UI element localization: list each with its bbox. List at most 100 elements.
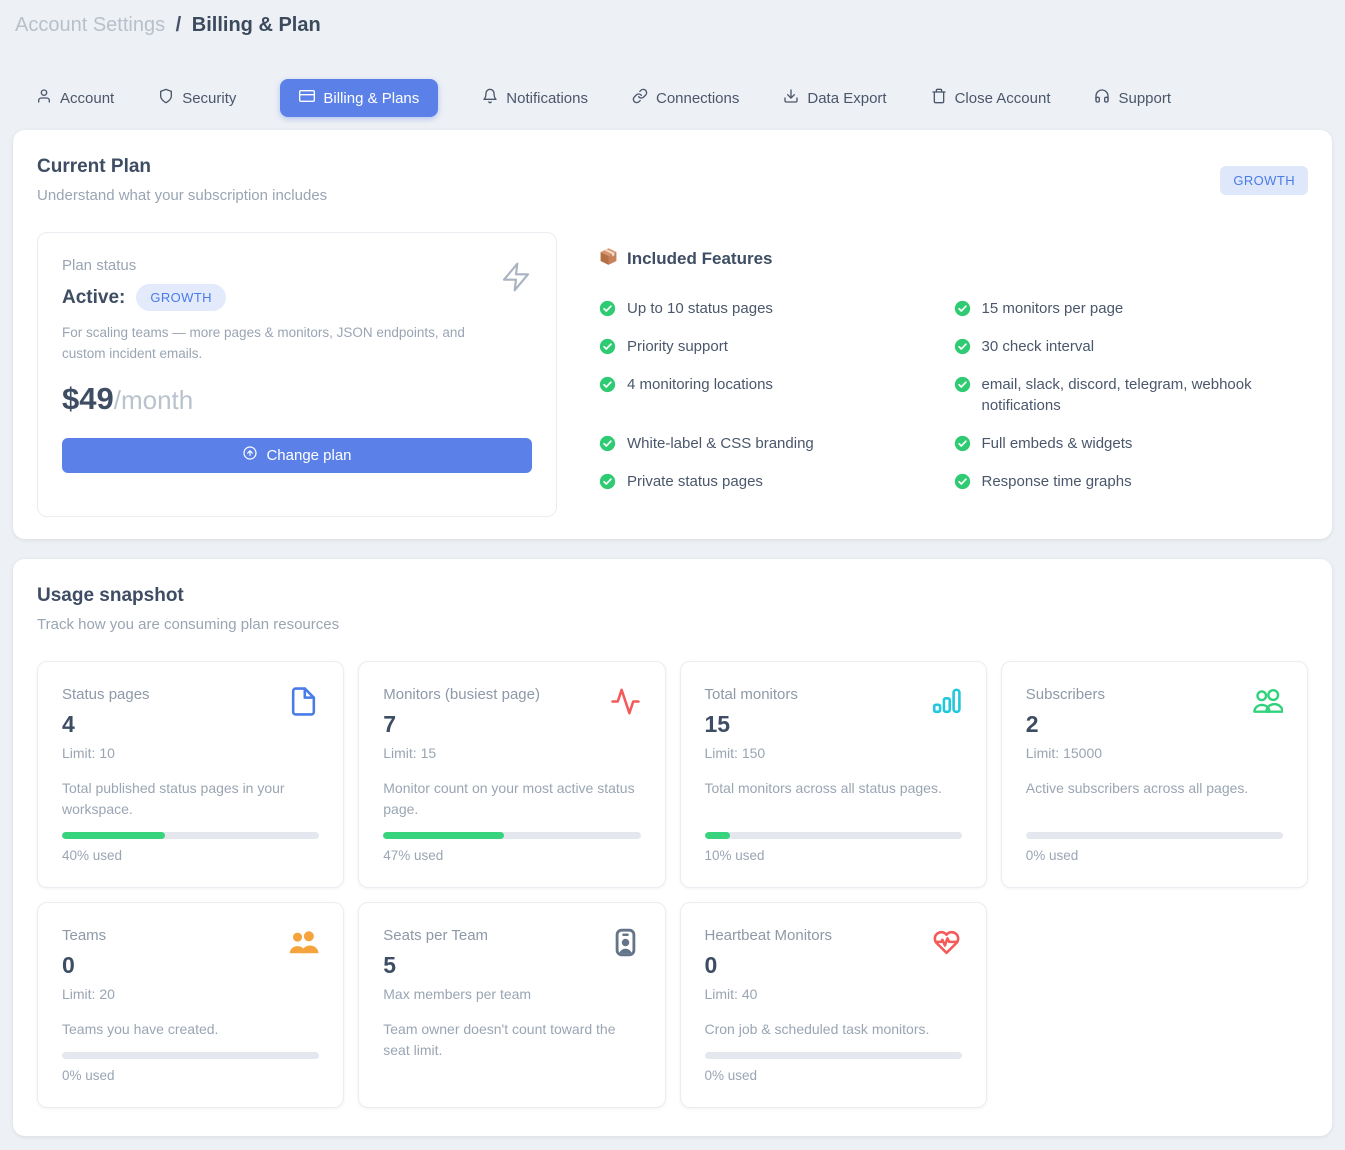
plan-description: For scaling teams — more pages & monitor… — [62, 323, 492, 365]
bar-chart-icon — [931, 686, 962, 722]
included-features: Included Features Up to 10 status pages … — [599, 232, 1308, 517]
plan-name-pill: GROWTH — [136, 284, 226, 311]
check-circle-icon — [954, 435, 971, 452]
stat-value: 15 — [705, 711, 798, 738]
users-filled-icon — [288, 927, 319, 963]
credit-card-icon — [299, 88, 315, 108]
tab-label: Security — [182, 90, 236, 107]
change-plan-label: Change plan — [266, 447, 351, 464]
stat-limit: Limit: 15000 — [1026, 745, 1105, 761]
stat-card-heartbeat-monitors: Heartbeat Monitors 0 Limit: 40 Cron job … — [680, 902, 987, 1108]
stat-limit: Limit: 15 — [383, 745, 540, 761]
usage-subtitle: Track how you are consuming plan resourc… — [37, 616, 1308, 633]
percent-used-label: 0% used — [62, 1068, 319, 1083]
usage-snapshot-card: Usage snapshot Track how you are consumi… — [13, 559, 1332, 1136]
stat-description: Total monitors across all status pages. — [705, 778, 962, 820]
stat-value: 4 — [62, 711, 150, 738]
stat-limit: Max members per team — [383, 986, 531, 1002]
shield-icon — [158, 88, 174, 108]
stat-label: Status pages — [62, 686, 150, 703]
tab-label: Account — [60, 90, 114, 107]
stat-description: Cron job & scheduled task monitors. — [705, 1019, 962, 1040]
price-amount: $49 — [62, 381, 114, 417]
tab-account[interactable]: Account — [36, 88, 114, 108]
tab-connections[interactable]: Connections — [632, 88, 739, 108]
feature-text: 30 check interval — [982, 336, 1095, 358]
progress-bar: 10% used — [705, 832, 962, 863]
feature-list: Up to 10 status pages 15 monitors per pa… — [599, 298, 1308, 493]
plan-status-card: Plan status Active: GROWTH For scaling t… — [37, 232, 557, 517]
stat-card-status-pages: Status pages 4 Limit: 10 Total published… — [37, 661, 344, 888]
feature-item: Private status pages — [599, 471, 951, 493]
stat-card-total-monitors: Total monitors 15 Limit: 150 Total monit… — [680, 661, 987, 888]
activity-pulse-icon — [610, 686, 641, 722]
feature-text: Priority support — [627, 336, 728, 358]
tab-data-export[interactable]: Data Export — [783, 88, 886, 108]
lightning-bolt-icon — [500, 259, 532, 300]
progress-bar: 0% used — [62, 1052, 319, 1083]
feature-text: Full embeds & widgets — [982, 433, 1133, 455]
tab-label: Support — [1118, 90, 1171, 107]
headphones-icon — [1094, 88, 1110, 108]
stat-label: Heartbeat Monitors — [705, 927, 833, 944]
tab-security[interactable]: Security — [158, 88, 236, 108]
link-icon — [632, 88, 648, 108]
stat-description: Total published status pages in your wor… — [62, 778, 319, 820]
check-circle-icon — [954, 376, 971, 393]
current-plan-title: Current Plan — [37, 156, 327, 178]
price-period: /month — [114, 385, 194, 416]
progress-bar: 0% used — [1026, 832, 1283, 863]
feature-item: email, slack, discord, telegram, webhook… — [954, 374, 1306, 418]
trash-icon — [931, 88, 947, 108]
feature-item: 15 monitors per page — [954, 298, 1306, 320]
feature-item: White-label & CSS branding — [599, 433, 951, 455]
users-icon — [1252, 686, 1283, 722]
package-icon — [599, 247, 618, 271]
plan-tier-badge: GROWTH — [1220, 166, 1308, 195]
feature-text: Private status pages — [627, 471, 763, 493]
plan-price: $49 /month — [62, 381, 532, 417]
tab-support[interactable]: Support — [1094, 88, 1171, 108]
tab-label: Data Export — [807, 90, 886, 107]
feature-item: Response time graphs — [954, 471, 1306, 493]
feature-item: 30 check interval — [954, 336, 1306, 358]
stat-description: Active subscribers across all pages. — [1026, 778, 1283, 820]
file-icon — [288, 686, 319, 722]
feature-item: Up to 10 status pages — [599, 298, 951, 320]
stat-value: 7 — [383, 711, 540, 738]
stat-label: Seats per Team — [383, 927, 531, 944]
feature-text: 4 monitoring locations — [627, 374, 773, 396]
id-badge-icon — [610, 927, 641, 963]
current-plan-subtitle: Understand what your subscription includ… — [37, 187, 327, 204]
check-circle-icon — [954, 338, 971, 355]
check-circle-icon — [954, 473, 971, 490]
feature-item: 4 monitoring locations — [599, 374, 951, 418]
tab-label: Billing & Plans — [323, 90, 419, 107]
check-circle-icon — [954, 300, 971, 317]
current-plan-card: Current Plan Understand what your subscr… — [13, 130, 1332, 539]
stat-card-monitors-busiest: Monitors (busiest page) 7 Limit: 15 Moni… — [358, 661, 665, 888]
percent-used-label: 10% used — [705, 848, 962, 863]
check-circle-icon — [599, 376, 616, 393]
breadcrumb-root[interactable]: Account Settings — [15, 14, 165, 36]
tab-notifications[interactable]: Notifications — [482, 88, 588, 108]
tab-close-account[interactable]: Close Account — [931, 88, 1051, 108]
change-plan-button[interactable]: Change plan — [62, 438, 532, 473]
user-icon — [36, 88, 52, 108]
feature-text: White-label & CSS branding — [627, 433, 814, 455]
percent-used-label: 40% used — [62, 848, 319, 863]
tab-label: Close Account — [955, 90, 1051, 107]
check-circle-icon — [599, 338, 616, 355]
tab-label: Notifications — [506, 90, 588, 107]
stat-label: Subscribers — [1026, 686, 1105, 703]
stat-card-teams: Teams 0 Limit: 20 Teams you have created… — [37, 902, 344, 1108]
settings-tab-bar: Account Security Billing & Plans Notific… — [36, 79, 1332, 117]
tab-billing-plans[interactable]: Billing & Plans — [280, 79, 438, 117]
percent-used-label: 0% used — [705, 1068, 962, 1083]
feature-item: Full embeds & widgets — [954, 433, 1306, 455]
breadcrumb: Account Settings / Billing & Plan — [13, 10, 1332, 37]
check-circle-icon — [599, 435, 616, 452]
stat-limit: Limit: 10 — [62, 745, 150, 761]
upgrade-arrow-icon — [242, 445, 258, 465]
stat-label: Total monitors — [705, 686, 798, 703]
